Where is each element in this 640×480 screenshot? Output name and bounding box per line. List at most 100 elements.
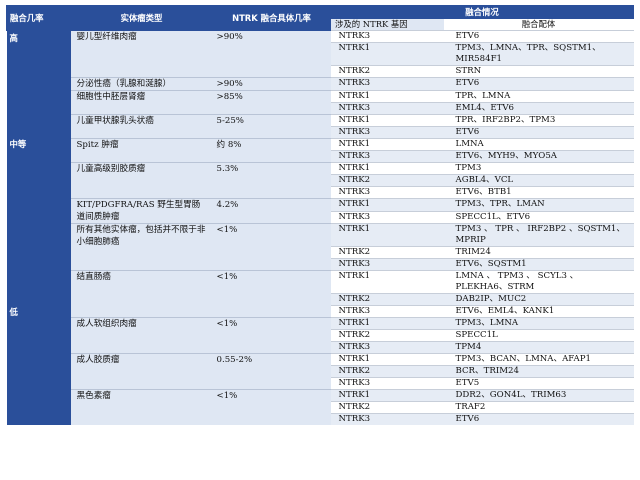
fusion-partner: STRN	[443, 65, 634, 78]
ntrk-gene: NTRK3	[330, 305, 444, 318]
fusion-probability: <1%	[212, 223, 331, 271]
fusion-partner: ETV6、EML4、KANK1	[443, 305, 634, 318]
fusion-partner: TPM4	[443, 341, 634, 354]
ntrk-gene: NTRK1	[330, 90, 444, 103]
fusion-probability: <1%	[212, 389, 331, 425]
fusion-partner: TPR、IRF2BP2、TPM3	[443, 114, 634, 127]
table-row: 儿童高级别胶质瘤 5.3% NTRK1 TPM3	[7, 162, 634, 199]
fusion-partner: TRIM24	[443, 246, 634, 259]
ntrk-gene: NTRK3	[330, 30, 444, 43]
fusion-partner: TPM3	[443, 162, 634, 175]
header-ntrk-probability: NTRK 融合具体几率	[212, 5, 331, 31]
ntrk-gene: NTRK3	[330, 77, 444, 91]
ntrk-gene: NTRK1	[330, 162, 444, 175]
table-row: 结直肠癌 <1% NTRK1 LMNA 、 TPM3 、 SCYL3 、PLEK…	[7, 270, 634, 318]
ntrk-gene: NTRK3	[330, 102, 444, 115]
fusion-probability: <1%	[212, 317, 331, 354]
fusion-partner: ETV6、SQSTM1	[443, 258, 634, 271]
table-row: 成人胶质瘤 0.55-2% NTRK1 TPM3、BCAN、LMNA、AFAP1	[7, 353, 634, 390]
tumor-type: 所有其他实体瘤，包括并不限于非小细胞肺癌	[70, 223, 213, 271]
tumor-type: 分泌性癌（乳腺和涎腺）	[70, 77, 213, 91]
fusion-probability: 0.55-2%	[212, 353, 331, 390]
fusion-partner: TPM3、LMNA	[443, 317, 634, 330]
fusion-partner: AGBL4、VCL	[443, 174, 634, 187]
tumor-type: 成人软组织肉瘤	[70, 317, 213, 354]
tumor-type: KIT/PDGFRA/RAS 野生型胃肠道间质肿瘤	[70, 198, 213, 224]
header-tumor-type: 实体瘤类型	[70, 5, 213, 31]
ntrk-gene: NTRK3	[330, 377, 444, 390]
table-row: 成人软组织肉瘤 <1% NTRK1 TPM3、LMNA	[7, 317, 634, 354]
ntrk-gene: NTRK3	[330, 341, 444, 354]
fusion-partner: TPM3、BCAN、LMNA、AFAP1	[443, 353, 634, 366]
fusion-partner: ETV6	[443, 126, 634, 139]
tumor-type: 黑色素瘤	[70, 389, 213, 425]
fusion-partner: TPM3、LMNA、TPR、SQSTM1、MIR584F1	[443, 42, 634, 66]
table-row: 中等 细胞性中胚层肾瘤 >85% NTRK1 TPR、LMNA	[6, 90, 634, 199]
ntrk-gene: NTRK1	[330, 389, 444, 402]
ntrk-gene: NTRK2	[330, 293, 444, 306]
fusion-probability: >90%	[212, 77, 331, 91]
header-fusion-status: 融合情况	[330, 5, 634, 19]
ntrk-gene: NTRK1	[330, 270, 444, 294]
ntrk-gene: NTRK1	[330, 223, 444, 247]
tumor-type: 结直肠癌	[70, 270, 213, 318]
tumor-type: 儿童甲状腺乳头状癌	[70, 114, 213, 139]
ntrk-gene: NTRK1	[330, 353, 444, 366]
ntrk-fusion-table: 融合几率 实体瘤类型 NTRK 融合具体几率 融合情况 涉及的 NTRK 基因 …	[6, 5, 634, 425]
fusion-partner: DDR2、GON4L、TRIM63	[443, 389, 634, 402]
ntrk-gene: NTRK3	[330, 413, 444, 425]
ntrk-fusion-table-container: 融合几率 实体瘤类型 NTRK 融合具体几率 融合情况 涉及的 NTRK 基因 …	[6, 5, 634, 425]
table-row: 低 KIT/PDGFRA/RAS 野生型胃肠道间质肿瘤 4.2% NTRK1 T…	[6, 198, 634, 425]
fusion-partner: TPR、LMNA	[443, 90, 634, 103]
fusion-partner: EML4、ETV6	[443, 102, 634, 115]
fusion-partner: ETV6、MYH9、MYO5A	[443, 150, 634, 163]
fusion-partner: ETV5	[443, 377, 634, 390]
fusion-probability: >90%	[212, 30, 331, 78]
fusion-partner: TPM3 、 TPR 、 IRF2BP2 、SQSTM1、MPRIP	[443, 223, 634, 247]
table-row: 高 婴儿型纤维肉瘤 >90% NTRK3 ETV6	[6, 30, 634, 91]
ntrk-gene: NTRK2	[330, 65, 444, 78]
ntrk-gene: NTRK3	[330, 258, 444, 271]
tumor-type: 儿童高级别胶质瘤	[70, 162, 213, 199]
level-low: 低	[6, 198, 71, 425]
ntrk-gene: NTRK2	[330, 401, 444, 414]
ntrk-gene: NTRK3	[330, 126, 444, 139]
level-medium: 中等	[6, 90, 71, 199]
ntrk-gene: NTRK2	[330, 246, 444, 259]
table-header-row: 融合几率 实体瘤类型 NTRK 融合具体几率 融合情况	[6, 5, 634, 31]
fusion-probability: 4.2%	[212, 198, 331, 224]
ntrk-gene: NTRK2	[330, 365, 444, 378]
ntrk-gene: NTRK3	[330, 150, 444, 163]
ntrk-gene: NTRK1	[330, 198, 444, 211]
fusion-partner: LMNA	[443, 138, 634, 151]
tumor-type: 细胞性中胚层肾瘤	[70, 90, 213, 115]
ntrk-gene: NTRK1	[330, 317, 444, 330]
fusion-partner: ETV6	[443, 77, 634, 91]
fusion-probability: 5.3%	[212, 162, 331, 199]
ntrk-gene: NTRK2	[330, 329, 444, 342]
fusion-probability: 5-25%	[212, 114, 331, 139]
fusion-partner: LMNA 、 TPM3 、 SCYL3 、PLEKHA6、STRM	[443, 270, 634, 294]
fusion-partner: ETV6、BTB1	[443, 186, 634, 199]
fusion-partner: SPECC1L、ETV6	[443, 210, 634, 224]
table-row: 黑色素瘤 <1% NTRK1 DDR2、GON4L、TRIM63	[7, 389, 634, 425]
fusion-probability: 约 8%	[212, 138, 331, 163]
fusion-probability: >85%	[212, 90, 331, 115]
ntrk-gene: NTRK3	[330, 210, 444, 224]
table-row: Spitz 肿瘤 约 8% NTRK1 LMNA	[7, 138, 634, 163]
tumor-type: 婴儿型纤维肉瘤	[70, 30, 213, 78]
fusion-partner: BCR、TRIM24	[443, 365, 634, 378]
tumor-type: 成人胶质瘤	[70, 353, 213, 390]
table-row: 分泌性癌（乳腺和涎腺） >90% NTRK3 ETV6	[7, 77, 634, 91]
fusion-partner: TPM3、TPR、LMAN	[443, 198, 634, 211]
subheader-ntrk-gene: 涉及的 NTRK 基因	[330, 18, 444, 31]
fusion-partner: SPECC1L	[443, 329, 634, 342]
ntrk-gene: NTRK3	[330, 186, 444, 199]
ntrk-gene: NTRK2	[330, 174, 444, 187]
fusion-partner: ETV6	[443, 30, 634, 43]
header-fusion-probability: 融合几率	[6, 5, 71, 31]
fusion-partner: DAB2IP、MUC2	[443, 293, 634, 306]
ntrk-gene: NTRK1	[330, 138, 444, 151]
level-high: 高	[6, 30, 71, 91]
ntrk-gene: NTRK1	[330, 114, 444, 127]
